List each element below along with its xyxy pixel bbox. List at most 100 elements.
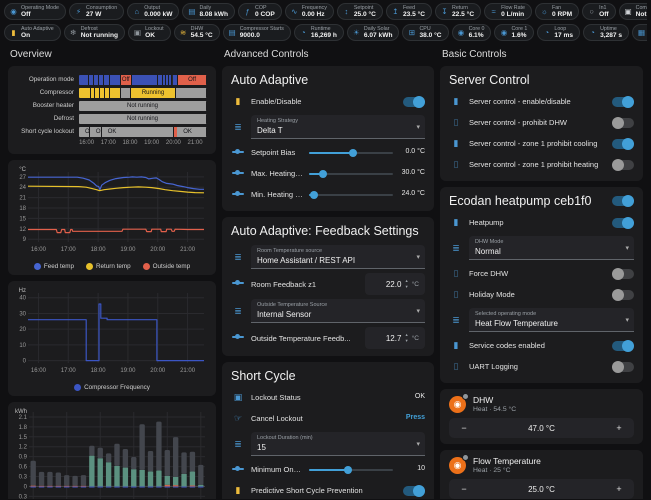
timeline-axis: 16:00 17:00 18:00 19:00 20:00 21:00 [79, 140, 207, 149]
svg-text:2.1: 2.1 [19, 415, 28, 421]
increase-button[interactable]: + [612, 418, 626, 438]
axis-tick-label: 16:00 [79, 140, 95, 146]
axis-tick-label: 17:00 [100, 140, 116, 146]
solar-icon: ☀ [353, 27, 360, 37]
badge-uptime[interactable]: ◔ Uptime 3,287 s [583, 24, 630, 41]
badge-lockout[interactable]: ▣ Lockout OK [128, 24, 171, 41]
max-heating-flow-temper-slider[interactable] [309, 169, 393, 179]
decrease-button[interactable]: − [457, 479, 471, 499]
cpu-icon: ⊞ [408, 27, 416, 37]
badge-esp-heap[interactable]: ▦ESP Heap140,248 B [632, 24, 647, 41]
badge-setpoint[interactable]: ↕ Setpoint 25.0 °C [336, 3, 383, 20]
badge-frequency[interactable]: ∿ Frequency 0.00 Hz [284, 3, 334, 20]
legend-item-return-temp[interactable]: Return temp [86, 262, 131, 270]
ecodan-master-toggle[interactable] [612, 195, 634, 207]
setpoint-bias-slider[interactable] [309, 148, 393, 158]
basic-controls-column: Basic Controls Server Control ▮ Server co… [440, 47, 643, 499]
increase-button[interactable]: + [612, 479, 626, 499]
badge-label: Compressor Starts [239, 25, 284, 32]
slider-knob[interactable] [319, 169, 328, 178]
badge-feed[interactable]: ↥ Feed 23.5 °C [385, 3, 433, 20]
legend-item-feed-temp[interactable]: Feed temp [33, 262, 74, 270]
heatpump-toggle[interactable] [612, 216, 634, 229]
slider-knob[interactable] [348, 148, 357, 157]
badge-cop[interactable]: ƒ COP 0 COP [238, 3, 282, 20]
cancel-lockout-button[interactable]: Press [406, 414, 425, 423]
feedback-settings-card-title: Auto Adaptive: Feedback Settings [231, 224, 419, 238]
badge-output[interactable]: ⌂ Output 0.000 kW [127, 3, 180, 20]
minimum-on-time-slider[interactable] [309, 465, 393, 475]
svg-text:30: 30 [19, 311, 26, 317]
stepper[interactable]: ▴ ▾ [405, 332, 407, 344]
badge-compressor-starts[interactable]: ▤ Compressor Starts 9000.0 [222, 24, 291, 41]
badge-flow-rate[interactable]: ≈ Flow Rate 0 L/min [484, 3, 532, 20]
holiday-mode-toggle[interactable] [612, 288, 634, 301]
svg-text:kWh: kWh [15, 409, 27, 415]
svg-text:10: 10 [19, 343, 26, 349]
decrease-button[interactable]: − [457, 418, 471, 438]
slider-knob[interactable] [344, 465, 353, 474]
stepper-up-icon[interactable]: ▴ [405, 332, 407, 338]
outside-temperature-source-select[interactable]: Outside Temperature Source Internal Senso… [251, 299, 425, 323]
badge-consumption[interactable]: ⚡ Consumption 27 W [68, 3, 125, 20]
stepper-up-icon[interactable]: ▴ [405, 278, 407, 284]
short-cycle-card: Short Cycle ▣ Lockout Status OK ☞ Cancel Loc… [222, 362, 434, 499]
badge-daily-solar[interactable]: ☀ Daily Solar 6.07 kWh [346, 24, 400, 41]
badge-return[interactable]: ↧ Return 22.5 °C [435, 3, 482, 20]
row-label: Force DHW [469, 269, 509, 278]
badge-defrost[interactable]: ❄ Defrost Not running [63, 24, 126, 41]
min-heating-flow-temper-slider[interactable] [309, 190, 393, 200]
fan-icon: ☼ [541, 6, 548, 16]
badge-auto-adaptive[interactable]: ▮ Auto Adaptive On [4, 24, 61, 41]
slider-knob[interactable] [310, 190, 319, 199]
badge-daily[interactable]: ▤ Daily 8.08 kWh [182, 3, 236, 20]
overview-title: Overview [10, 49, 52, 60]
heating-strategy-select[interactable]: Heating Strategy Delta T ▾ [251, 115, 425, 139]
svg-text:15: 15 [19, 216, 26, 222]
row-value: OK [414, 393, 425, 401]
room-temperature-source-select[interactable]: Room Temperature source Home Assistant / … [251, 245, 425, 269]
toggle-knob [622, 195, 634, 207]
thermostat-icon[interactable]: ◉ [449, 453, 469, 474]
badge-in1[interactable]: ○ In1 Off [582, 3, 616, 20]
badge-loop[interactable]: ◔ Loop 17 ms [537, 24, 581, 41]
badge-operating-mode[interactable]: ◉ Operating Mode Off [4, 3, 66, 20]
thermo-icon: ↕ [344, 6, 349, 16]
stepper-down-icon[interactable]: ▾ [405, 284, 407, 290]
lockout-duration-min-select[interactable]: Lockout Duration (min) 15 ▾ [251, 432, 425, 456]
room-feedback-z1-input[interactable]: 22.0 ▴ ▾ °C [365, 273, 425, 295]
predictive-short-cycle-prevention-toggle[interactable] [403, 484, 425, 497]
idle-badge-icon [462, 453, 469, 461]
eye-icon: ◉ [500, 27, 508, 37]
server-control-prohibit-dhw-toggle[interactable] [612, 116, 634, 129]
stepper[interactable]: ▴ ▾ [405, 278, 407, 290]
badge-cpu[interactable]: ⊞ CPU 38.0 °C [402, 24, 449, 41]
badge-core-1[interactable]: ◉ Core 1 1.6% [494, 24, 535, 41]
server-control-zone-1-prohibit-cooling-toggle[interactable] [612, 137, 634, 150]
stepper-down-icon[interactable]: ▾ [405, 338, 407, 344]
badge-fan[interactable]: ☼ Fan 0 RPM [534, 3, 580, 20]
timeline-segment [131, 74, 159, 85]
uart-logging-toggle[interactable] [612, 360, 634, 373]
thermostat-icon[interactable]: ◉ [449, 392, 469, 413]
flash-icon: ƒ [245, 6, 250, 16]
selected-operating-mode-select[interactable]: Selected operating mode Heat Flow Tempera… [469, 308, 634, 332]
outside-temperature-feedb-input[interactable]: 12.7 ▴ ▾ °C [365, 327, 425, 349]
badge-text: Loop 17 ms [554, 26, 573, 40]
service-codes-enabled-toggle[interactable] [612, 339, 634, 352]
badge-text: Setpoint 25.0 °C [354, 5, 376, 19]
server-control-enable-disable-toggle[interactable] [612, 95, 634, 108]
legend-item-outside-temp[interactable]: Outside temp [142, 262, 190, 270]
legend-item-compressor-frequency[interactable]: Compressor Frequency [74, 383, 150, 391]
dhw-mode-select[interactable]: DHW Mode Normal ▾ [469, 236, 634, 260]
server-control-zone-1-prohibit-heating-toggle[interactable] [612, 158, 634, 171]
thermostat-header: ◉ DHW Heat · 54.5 °C [449, 392, 634, 413]
badge-value: 0 L/min [501, 10, 525, 18]
force-dhw-toggle[interactable] [612, 267, 634, 280]
badge-compressor[interactable]: ▣CompressorNot running [618, 3, 647, 20]
enable-disable-toggle[interactable] [403, 95, 425, 108]
badge-core-0[interactable]: ◉ Core 0 6.1% [451, 24, 492, 41]
badge-text: Core 1 1.6% [511, 26, 527, 40]
badge-dhw[interactable]: ≋ DHW 54.5 °C [173, 24, 220, 41]
badge-runtime[interactable]: ◔ Runtime 16,269 h [293, 24, 344, 41]
